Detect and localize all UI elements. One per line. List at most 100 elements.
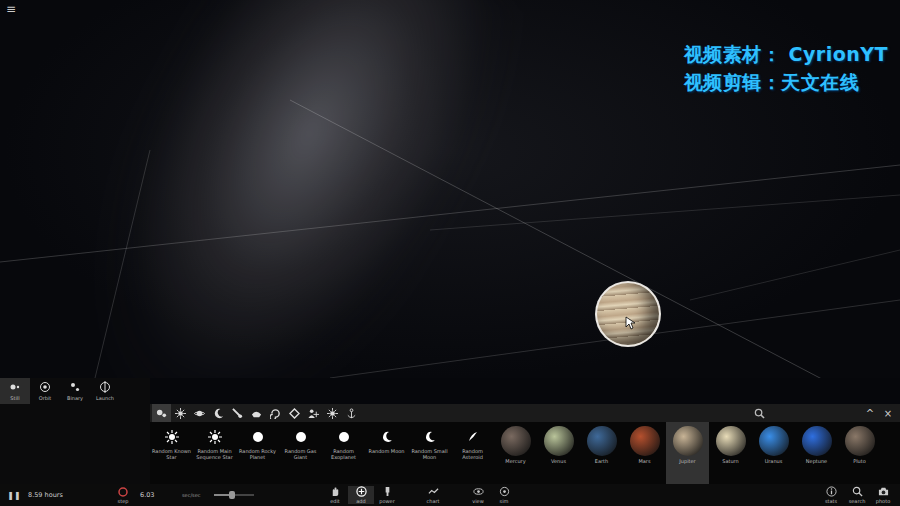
panel-control-button[interactable]: × [882, 408, 894, 419]
category-button[interactable] [323, 404, 342, 422]
category-button[interactable] [190, 404, 209, 422]
planet-icon [845, 426, 875, 456]
add-item[interactable]: Random Known Star [150, 422, 193, 484]
tool-button[interactable]: sim [491, 486, 517, 504]
add-item[interactable]: Random Small Moon [408, 422, 451, 484]
add-item[interactable]: Random Exoplanet [322, 422, 365, 484]
add-item[interactable]: Random Main Sequence Star [193, 422, 236, 484]
planet-icon [501, 426, 531, 456]
category-button[interactable] [228, 404, 247, 422]
moon-icon [380, 430, 394, 444]
dot-icon [337, 430, 351, 444]
star-icon [175, 408, 186, 419]
cluster-icon [289, 408, 300, 419]
planet-icon [673, 426, 703, 456]
star-icon [208, 430, 222, 444]
ship-icon [251, 408, 262, 419]
asteroid-icon [466, 430, 480, 444]
speed-unit: sec/sec [182, 492, 214, 498]
star-icon [165, 430, 179, 444]
tool-button[interactable]: add [348, 486, 374, 504]
category-button[interactable] [247, 404, 266, 422]
add-item[interactable]: Uranus [752, 422, 795, 484]
watermark-line: 视频剪辑：天文在线 [684, 70, 888, 94]
tool-button[interactable]: chart [420, 486, 446, 504]
selected-planet[interactable] [595, 281, 661, 347]
planet-icon [716, 426, 746, 456]
mode-icon [9, 381, 21, 393]
add-item[interactable]: Random Moon [365, 422, 408, 484]
bottom-bar: ❚❚ 8.59 hours step 6.03 sec/sec edit add… [0, 484, 900, 506]
category-button[interactable] [266, 404, 285, 422]
comet-icon [232, 408, 243, 419]
speed-slider[interactable] [214, 494, 254, 496]
mode-tab[interactable]: Launch [90, 378, 120, 404]
slider-knob[interactable] [229, 491, 235, 499]
tool-button[interactable]: view [465, 486, 491, 504]
mode-icon [99, 381, 111, 393]
category-button[interactable] [285, 404, 304, 422]
planet-icon [630, 426, 660, 456]
panel-control-button[interactable]: ^ [864, 408, 876, 419]
add-panel: ^× Random Known Star Random Main Sequenc… [150, 404, 900, 484]
mode-tab[interactable]: Binary [60, 378, 90, 404]
category-bar: ^× [150, 404, 900, 422]
power-icon [382, 486, 393, 497]
add-item[interactable]: Mercury [494, 422, 537, 484]
dot-icon [294, 430, 308, 444]
add-item[interactable]: Earth [580, 422, 623, 484]
dot-icon [251, 430, 265, 444]
tool-button[interactable]: search [844, 486, 870, 504]
pause-button[interactable]: ❚❚ [4, 491, 24, 500]
space-view[interactable]: ≡ 视频素材： CyrionYT视频剪辑：天文在线 [0, 0, 900, 378]
category-button[interactable] [171, 404, 190, 422]
category-button[interactable] [209, 404, 228, 422]
watermark: 视频素材： CyrionYT视频剪辑：天文在线 [684, 42, 888, 94]
item-list: Random Known Star Random Main Sequence S… [150, 422, 900, 484]
sun-icon [327, 408, 338, 419]
mode-tab[interactable]: Orbit [30, 378, 60, 404]
tool-button[interactable]: stats [818, 486, 844, 504]
right-tool-group: stats search photo [818, 486, 900, 504]
dock: Still Orbit Binary Launch ^× Random Know… [0, 378, 900, 484]
sim-time: 8.59 hours [28, 491, 108, 499]
add-item[interactable]: Saturn [709, 422, 752, 484]
tool-button[interactable]: power [374, 486, 400, 504]
search-icon[interactable] [754, 408, 765, 419]
step-button[interactable]: step [110, 487, 136, 504]
edit-icon [330, 486, 341, 497]
people-icon [308, 408, 319, 419]
add-item[interactable]: Pluto [838, 422, 881, 484]
view-icon [473, 486, 484, 497]
sim-speed: 6.03 [140, 491, 182, 499]
galaxy-icon [270, 408, 281, 419]
moon-icon [213, 408, 224, 419]
add-item[interactable]: Venus [537, 422, 580, 484]
milky-way [17, 0, 552, 378]
category-button[interactable] [342, 404, 361, 422]
planet-icon [587, 426, 617, 456]
tool-button[interactable]: photo [870, 486, 896, 504]
universe-sandbox-screen: ≡ 视频素材： CyrionYT视频剪辑：天文在线 Still Orbit Bi… [0, 0, 900, 506]
add-item[interactable]: Jupiter [666, 422, 709, 484]
menu-button[interactable]: ≡ [6, 2, 16, 16]
step-icon [118, 487, 128, 497]
mode-icon [39, 381, 51, 393]
moon-icon [423, 430, 437, 444]
add-item[interactable]: Random Rocky Planet [236, 422, 279, 484]
mode-tab[interactable]: Still [0, 378, 30, 404]
planet-icon [759, 426, 789, 456]
stats-icon [826, 486, 837, 497]
tool-group: edit add power chart view sim [322, 486, 517, 504]
category-button[interactable] [152, 404, 171, 422]
tool-button[interactable]: edit [322, 486, 348, 504]
add-item[interactable]: Neptune [795, 422, 838, 484]
search-icon [852, 486, 863, 497]
add-item[interactable]: Mars [623, 422, 666, 484]
add-item[interactable]: Random Asteroid [451, 422, 494, 484]
planet-icon [802, 426, 832, 456]
category-button[interactable] [304, 404, 323, 422]
cursor-icon [625, 316, 637, 330]
add-item[interactable]: Random Gas Giant [279, 422, 322, 484]
mode-icon [69, 381, 81, 393]
